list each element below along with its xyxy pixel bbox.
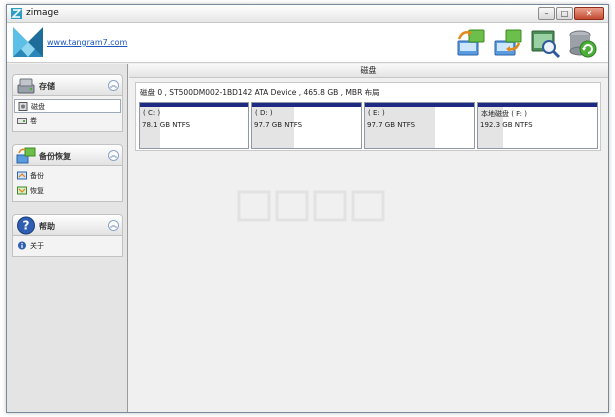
backup-section-title: 备份恢复 [39, 152, 71, 161]
sidebar-item-disk[interactable]: 磁盘 [14, 99, 121, 113]
sidebar: 存储 ︽ 磁盘 卷 备份恢复 ︽ 备份 恢复 ? 帮助 ︽ 关于 [7, 64, 128, 412]
sidebar-item-label: 磁盘 [31, 103, 45, 111]
sidebar-item-volume[interactable]: 卷 [14, 114, 121, 128]
browse-image-button[interactable] [527, 25, 563, 61]
svg-text:?: ? [23, 219, 30, 233]
backup-section: 备份恢复 ︽ 备份 恢复 [12, 144, 123, 202]
partition-label: ( E: ) [368, 109, 385, 117]
backup-tool-icon [457, 29, 485, 56]
help-section: ? 帮助 ︽ 关于 [12, 214, 123, 257]
watermark-graphic [237, 190, 385, 222]
partition-label: ( D: ) [255, 109, 273, 117]
sidebar-item-about[interactable]: 关于 [14, 239, 121, 253]
partition-label: 本地磁盘 ( F: ) [481, 110, 527, 118]
app-window: zimage – □ ✕ www.tangram7.com 存储 ︽ 磁盘 卷 … [6, 4, 609, 413]
sidebar-item-label: 备份 [30, 172, 44, 180]
maximize-button[interactable]: □ [556, 7, 573, 20]
disk-0-panel[interactable]: 磁盘 0 , ST500DM002-1BD142 ATA Device , 46… [135, 82, 601, 151]
window-title: zimage [26, 8, 59, 18]
panel-title: 磁盘 [129, 64, 608, 78]
backup-collapse-button[interactable]: ︽ [108, 150, 119, 161]
refresh-disk-button[interactable] [564, 25, 600, 61]
restore-icon [17, 186, 27, 195]
backup-icon [17, 171, 27, 180]
storage-section-title: 存储 [39, 82, 55, 91]
minimize-button[interactable]: – [538, 7, 555, 20]
storage-icon [17, 78, 35, 94]
partition-list: ( C: ) 78.1 GB NTFS ( D: ) 97.7 GB NTFS … [139, 102, 598, 149]
backup-tool-button[interactable] [453, 25, 489, 61]
title-bar[interactable]: zimage – □ ✕ [7, 5, 608, 23]
tangram-logo-icon [13, 27, 43, 57]
storage-section-body: 磁盘 卷 [12, 96, 123, 132]
sidebar-item-label: 关于 [30, 242, 44, 250]
disk-icon [18, 102, 28, 111]
storage-section-header[interactable]: 存储 ︽ [12, 74, 123, 96]
partition-e[interactable]: ( E: ) 97.7 GB NTFS [364, 102, 475, 149]
app-header: www.tangram7.com [7, 23, 608, 63]
backup-section-header[interactable]: 备份恢复 ︽ [12, 144, 123, 166]
partition-c[interactable]: ( C: ) 78.1 GB NTFS [139, 102, 249, 149]
backup-restore-icon [16, 147, 36, 164]
close-button[interactable]: ✕ [574, 7, 604, 20]
toolbar [452, 25, 600, 61]
help-section-header[interactable]: ? 帮助 ︽ [12, 214, 123, 236]
partition-size: 97.7 GB NTFS [254, 121, 303, 129]
partition-size: 78.1 GB NTFS [142, 121, 191, 129]
storage-section: 存储 ︽ 磁盘 卷 [12, 74, 123, 132]
restore-tool-icon [494, 29, 522, 56]
help-section-title: 帮助 [39, 222, 55, 231]
partition-size: 192.3 GB NTFS [480, 121, 533, 129]
partition-f[interactable]: 本地磁盘 ( F: ) 192.3 GB NTFS [477, 102, 598, 149]
help-icon: ? [17, 216, 35, 235]
help-section-body: 关于 [12, 236, 123, 257]
sidebar-item-label: 卷 [30, 117, 37, 125]
zimage-app-icon [11, 8, 22, 19]
browse-image-icon [531, 30, 561, 59]
sidebar-item-backup[interactable]: 备份 [14, 169, 121, 183]
sidebar-item-label: 恢复 [30, 187, 44, 195]
window-controls: – □ ✕ [537, 7, 604, 20]
info-icon [18, 241, 26, 250]
website-link[interactable]: www.tangram7.com [47, 38, 127, 47]
volume-icon [17, 118, 27, 124]
sidebar-item-restore[interactable]: 恢复 [14, 184, 121, 198]
disk-info: 磁盘 0 , ST500DM002-1BD142 ATA Device , 46… [140, 88, 380, 97]
partition-d[interactable]: ( D: ) 97.7 GB NTFS [251, 102, 362, 149]
storage-collapse-button[interactable]: ︽ [108, 80, 119, 91]
refresh-disk-icon [569, 30, 597, 58]
partition-size: 97.7 GB NTFS [367, 121, 416, 129]
main-panel: 磁盘 磁盘 0 , ST500DM002-1BD142 ATA Device ,… [129, 64, 608, 412]
partition-label: ( C: ) [143, 109, 161, 117]
backup-section-body: 备份 恢复 [12, 166, 123, 202]
restore-tool-button[interactable] [490, 25, 526, 61]
help-collapse-button[interactable]: ︽ [108, 220, 119, 231]
